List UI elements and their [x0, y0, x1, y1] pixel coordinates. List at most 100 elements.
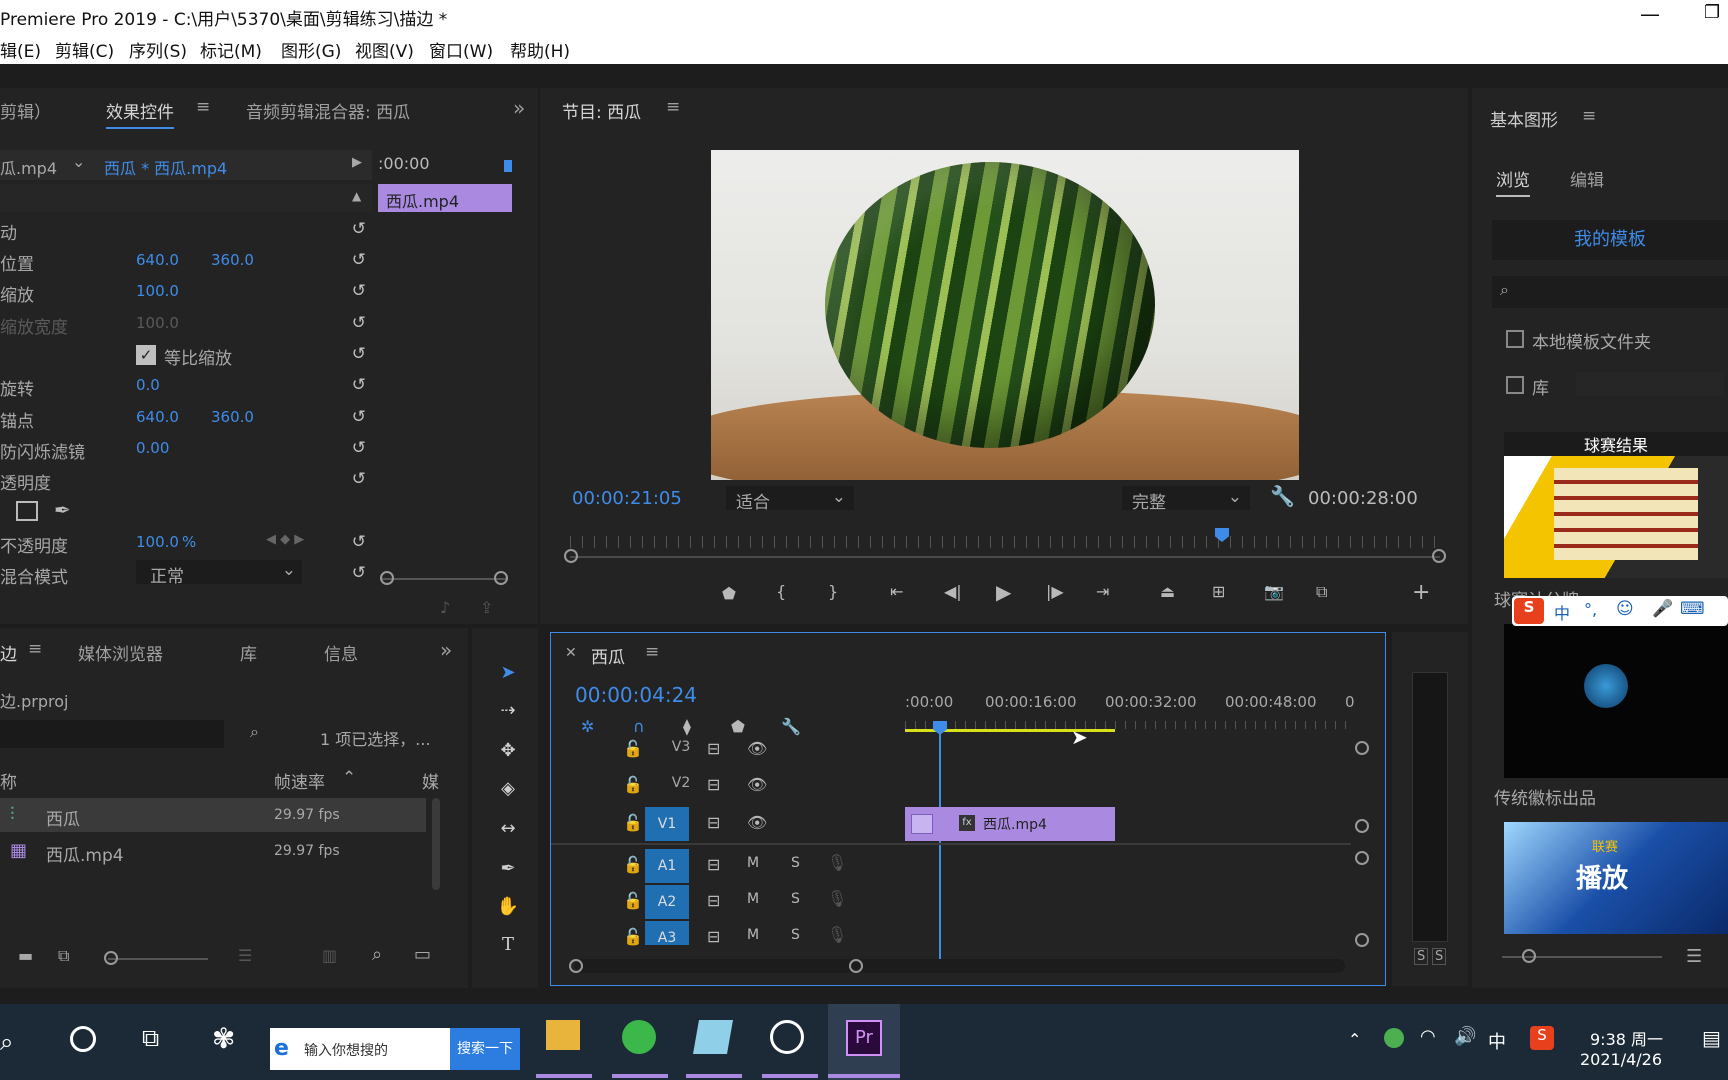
- hand-tool-icon[interactable]: ✋: [494, 896, 522, 924]
- ime-toolbar[interactable]: S 中 °, ☺ 🎤 ⌨: [1512, 596, 1728, 626]
- mark-in-icon[interactable]: {: [776, 582, 786, 601]
- sync-lock-icon[interactable]: ⊟: [707, 855, 720, 874]
- checkbox-checked-icon[interactable]: ✓: [136, 345, 156, 365]
- track-label[interactable]: V2: [659, 775, 703, 791]
- position-x[interactable]: 640.0: [136, 251, 179, 269]
- track-target-v1[interactable]: V1: [645, 807, 689, 841]
- sogou-tray-icon[interactable]: S: [1530, 1026, 1554, 1050]
- camera-icon[interactable]: 📷: [1264, 582, 1284, 601]
- razor-tool-icon[interactable]: ◈: [494, 778, 522, 806]
- panel-menu-icon[interactable]: ≡: [666, 97, 680, 117]
- slider-handle[interactable]: [104, 951, 118, 965]
- scroll-handle[interactable]: [849, 959, 863, 973]
- keyboard-icon[interactable]: ⌨: [1680, 599, 1705, 619]
- track-target-a3[interactable]: A3: [645, 921, 689, 946]
- browser-search-box[interactable]: e 输入你想搜的: [270, 1028, 450, 1070]
- quality-select[interactable]: 完整 ⌄: [1122, 486, 1250, 513]
- col-media[interactable]: 媒: [422, 768, 439, 793]
- ime-lang[interactable]: 中: [1554, 600, 1570, 624]
- comparison-icon[interactable]: ⧉: [1316, 582, 1327, 602]
- rectangle-mask-icon[interactable]: [16, 501, 38, 521]
- zoom-handle[interactable]: [1432, 549, 1446, 563]
- tab-project[interactable]: 边: [0, 640, 17, 665]
- source-master[interactable]: 瓜.mp4: [0, 155, 57, 179]
- selection-tool-icon[interactable]: ➤: [494, 662, 522, 690]
- file-explorer-icon[interactable]: [546, 1020, 580, 1050]
- reset-icon[interactable]: ↺: [352, 438, 366, 458]
- reset-icon[interactable]: ↺: [352, 313, 366, 333]
- keyframe-nav-icon[interactable]: ◀ ◆ ▶: [266, 532, 304, 547]
- reset-icon[interactable]: ↺: [352, 219, 366, 239]
- icon-view-icon[interactable]: ⧉: [58, 946, 69, 966]
- tab-effect-controls[interactable]: 效果控件: [106, 98, 174, 129]
- restore-icon[interactable]: ❐: [1704, 2, 1720, 23]
- template-thumb-scoreboard[interactable]: 球赛结果: [1504, 432, 1728, 578]
- zoom-handle[interactable]: [564, 549, 578, 563]
- type-tool-icon[interactable]: T: [494, 934, 522, 962]
- menu-window[interactable]: 窗口(W): [429, 37, 493, 62]
- eye-icon[interactable]: 👁: [747, 813, 767, 832]
- collapse-icon[interactable]: ▲: [352, 189, 361, 203]
- solo-button[interactable]: S: [791, 927, 800, 943]
- program-zoom-bar[interactable]: [570, 556, 1440, 558]
- scale-value[interactable]: 100.0: [136, 282, 179, 300]
- microphone-icon[interactable]: 🎙: [827, 853, 847, 872]
- timeline-hscroll[interactable]: [575, 959, 1345, 973]
- rotation-value[interactable]: 0.0: [136, 376, 160, 394]
- reset-icon[interactable]: ↺: [352, 532, 366, 552]
- reset-icon[interactable]: ↺: [352, 281, 366, 301]
- reset-icon[interactable]: ↺: [352, 563, 366, 583]
- graphics-search-input[interactable]: ⌕: [1492, 276, 1728, 308]
- track-target-a2[interactable]: A2: [645, 885, 689, 919]
- app2-icon[interactable]: [693, 1020, 733, 1054]
- ripple-edit-icon[interactable]: ✥: [494, 740, 522, 768]
- lift-icon[interactable]: ⏏: [1160, 582, 1175, 601]
- mini-scrollbar[interactable]: [382, 578, 506, 580]
- tab-info[interactable]: 信息: [324, 640, 358, 665]
- program-current-time[interactable]: 00:00:21:05: [572, 488, 682, 509]
- menu-sequence[interactable]: 序列(S): [129, 37, 187, 62]
- sort-icon[interactable]: ☰: [238, 946, 252, 965]
- input-language[interactable]: 中: [1488, 1028, 1506, 1054]
- mute-button[interactable]: M: [747, 927, 759, 943]
- timeline-ruler[interactable]: :00:00 00:00:16:00 00:00:32:00 00:00:48:…: [905, 693, 1355, 733]
- project-scrollbar[interactable]: [432, 798, 440, 890]
- minimize-icon[interactable]: —: [1640, 2, 1660, 26]
- obs-icon[interactable]: [770, 1020, 804, 1054]
- export-icon[interactable]: ⇪: [480, 598, 493, 617]
- go-to-in-icon[interactable]: ⇤: [890, 582, 903, 601]
- panel-menu-icon[interactable]: ≡: [28, 639, 42, 659]
- step-forward-icon[interactable]: |▶: [1046, 582, 1064, 601]
- reset-icon[interactable]: ↺: [352, 250, 366, 270]
- eye-icon[interactable]: 👁: [747, 739, 767, 758]
- library-select[interactable]: [1576, 372, 1724, 396]
- overflow-icon[interactable]: »: [513, 96, 525, 120]
- browser-search-button[interactable]: 搜索一下: [450, 1028, 520, 1070]
- solo-button[interactable]: S: [791, 855, 800, 871]
- meter-solo-left[interactable]: S: [1414, 948, 1429, 965]
- sync-lock-icon[interactable]: ⊟: [707, 891, 720, 910]
- emoji-icon[interactable]: ☺: [1616, 599, 1634, 619]
- template-thumb-logo[interactable]: [1504, 624, 1728, 778]
- lock-icon[interactable]: 🔓: [623, 927, 643, 946]
- microphone-icon[interactable]: 🎙: [827, 925, 847, 944]
- reset-icon[interactable]: ↺: [352, 344, 366, 364]
- tray-app-icon[interactable]: [1384, 1028, 1404, 1048]
- lock-icon[interactable]: 🔓: [623, 891, 643, 910]
- mini-playhead[interactable]: [504, 160, 512, 172]
- tab-audio-mixer[interactable]: 音频剪辑混合器: 西瓜: [246, 98, 410, 123]
- extract-icon[interactable]: ⊞: [1212, 582, 1225, 601]
- source-sequence[interactable]: 西瓜 * 西瓜.mp4: [104, 155, 227, 179]
- template-thumb-broadcast[interactable]: 联赛 播放: [1504, 822, 1728, 934]
- slip-tool-icon[interactable]: ↔: [494, 818, 522, 846]
- tab-source[interactable]: 剪辑）: [0, 98, 51, 123]
- tab-media-browser[interactable]: 媒体浏览器: [78, 640, 163, 665]
- mark-out-icon[interactable]: }: [828, 582, 838, 601]
- col-name[interactable]: 称: [0, 768, 17, 793]
- step-back-icon[interactable]: ◀|: [944, 582, 962, 601]
- project-zoom-slider[interactable]: [108, 958, 208, 960]
- mini-clip[interactable]: 西瓜.mp4: [378, 184, 512, 212]
- app-icon[interactable]: ✾: [212, 1022, 235, 1055]
- notification-icon[interactable]: ▤: [1702, 1026, 1721, 1050]
- timeline-clip[interactable]: fx 西瓜.mp4: [905, 807, 1115, 841]
